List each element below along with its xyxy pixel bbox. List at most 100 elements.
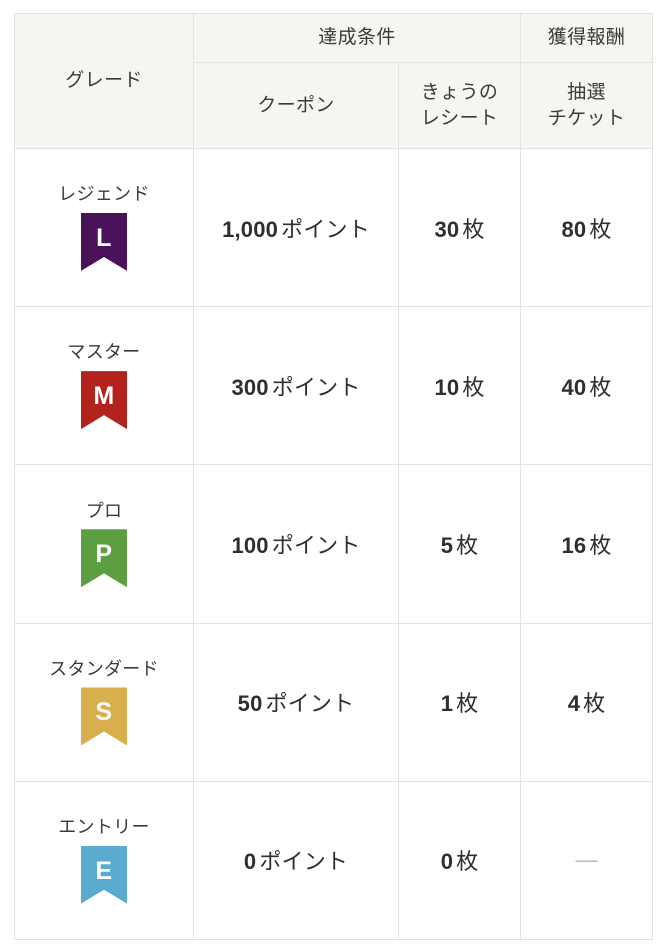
grade-benefits-table: グレード 達成条件 獲得報酬 クーポン きょうの レシート 抽選 チケット レジ… [14, 13, 654, 941]
grade-table: グレード 達成条件 獲得報酬 クーポン きょうの レシート 抽選 チケット レジ… [14, 13, 654, 941]
grade-stack: エントリー E [15, 817, 193, 904]
cell-ticket-value: 4枚 [521, 686, 652, 718]
cell-coupon-value: 100 ポイント [194, 528, 398, 560]
cell-coupon-value: 0 ポイント [194, 844, 398, 876]
cell-receipt: 1枚 [397, 622, 522, 782]
table-row: レジェンド L 1,000 ポイント 30 枚 80 枚 [14, 147, 654, 308]
cell-coupon: 100 ポイント [193, 464, 399, 624]
cell-coupon-unit: ポイント [271, 374, 361, 400]
cell-coupon-value: 300 ポイント [194, 370, 398, 402]
grade-badge-letter: M [93, 382, 115, 411]
cell-coupon-number: 300 [231, 374, 269, 400]
cell-receipt-value: 1枚 [399, 686, 520, 718]
grade-stack: マスター M [15, 342, 193, 430]
cell-coupon-number: 1,000 [222, 216, 279, 242]
grade-stack: スタンダード S [15, 659, 193, 746]
cell-ticket-number: 4 [567, 691, 581, 717]
cell-coupon-unit: ポイント [281, 216, 370, 242]
grade-stack: レジェンド L [15, 184, 193, 271]
cell-grade: レジェンド L [14, 147, 194, 308]
cell-receipt-number: 5 [440, 532, 454, 558]
cell-coupon-value: 50 ポイント [194, 686, 398, 718]
table-row: プロ P 100 ポイント 5 枚 16 枚 [14, 464, 654, 624]
cell-receipt-number: 0 [440, 849, 454, 875]
header-grade: グレード [14, 13, 194, 149]
cell-ticket-unit: 枚 [589, 216, 612, 242]
cell-receipt-unit: 枚 [456, 849, 479, 875]
cell-receipt: 10 枚 [397, 306, 522, 466]
grade-badge-icon: S [81, 687, 127, 746]
grade-badge-letter: S [95, 698, 113, 727]
cell-receipt-unit: 枚 [456, 532, 479, 558]
cell-coupon: 300 ポイント [193, 306, 399, 466]
table-row: スタンダード S 50 ポイント 1 枚 4 枚 [14, 622, 654, 782]
table-row: マスター M 300 ポイント 10 枚 40 枚 [14, 306, 654, 466]
cell-coupon-unit: ポイント [271, 532, 361, 558]
cell-ticket: — [520, 780, 654, 941]
cell-grade: エントリー E [14, 780, 194, 941]
grade-badge-icon: P [81, 529, 127, 588]
cell-receipt-number: 1 [440, 691, 454, 717]
grade-name: プロ [85, 500, 123, 521]
table-header: グレード 達成条件 獲得報酬 クーポン きょうの レシート 抽選 チケット [14, 13, 654, 149]
grade-stack: プロ P [15, 501, 193, 588]
cell-ticket-number: 40 [561, 374, 587, 400]
cell-coupon-number: 100 [231, 532, 269, 558]
cell-coupon-number: 50 [237, 691, 263, 717]
cell-coupon-value: 1,000 ポイント [194, 212, 398, 244]
header-receipt: きょうの レシート [397, 62, 522, 149]
header-ticket: 抽選 チケット [520, 62, 654, 149]
cell-ticket-unit: 枚 [589, 374, 612, 400]
cell-receipt: 5枚 [397, 464, 522, 624]
grade-badge-letter: E [95, 856, 113, 885]
cell-coupon: 0 ポイント [193, 780, 399, 941]
cell-receipt-value: 30 枚 [399, 212, 520, 244]
cell-receipt-number: 10 [434, 374, 460, 400]
cell-coupon-unit: ポイント [265, 691, 355, 717]
grade-name: マスター [67, 342, 141, 363]
cell-ticket: 4枚 [520, 622, 654, 782]
grade-badge-icon: E [81, 845, 127, 904]
cell-ticket-value: 80 枚 [521, 212, 652, 244]
cell-coupon: 50 ポイント [193, 622, 399, 782]
header-receipt-line2: レシート [420, 107, 499, 129]
cell-coupon: 1,000 ポイント [193, 147, 399, 308]
header-receipt-line1: きょうの [420, 82, 499, 104]
grade-badge-icon: L [81, 212, 127, 271]
cell-receipt-unit: 枚 [456, 691, 479, 717]
cell-ticket-unit: 枚 [583, 691, 606, 717]
cell-grade: プロ P [14, 464, 194, 624]
cell-ticket-value: 16 枚 [521, 528, 652, 560]
cell-grade: マスター M [14, 306, 194, 466]
table-body: レジェンド L 1,000 ポイント 30 枚 80 枚マスター M 300 ポイント 10 枚 40 枚プ… [14, 147, 654, 941]
grade-name: スタンダード [49, 658, 159, 679]
cell-receipt-number: 30 [434, 216, 460, 242]
cell-coupon-unit: ポイント [259, 849, 349, 875]
grade-name: レジェンド [58, 184, 150, 205]
cell-ticket-number: 16 [561, 532, 587, 558]
cell-ticket-number: 80 [561, 216, 587, 242]
cell-coupon-number: 0 [243, 849, 257, 875]
grade-badge-icon: M [81, 371, 127, 430]
header-row-group: グレード 達成条件 獲得報酬 [14, 13, 654, 149]
cell-receipt-unit: 枚 [462, 216, 485, 242]
header-reward-group: 獲得報酬 [520, 13, 654, 63]
cell-ticket: 80 枚 [520, 147, 654, 308]
cell-ticket: 16 枚 [520, 464, 654, 624]
cell-receipt-unit: 枚 [462, 374, 485, 400]
header-condition-group: 達成条件 [192, 13, 522, 63]
table-row: エントリー E 0 ポイント 0 枚 — [14, 780, 654, 941]
cell-grade: スタンダード S [14, 622, 194, 782]
header-coupon: クーポン [193, 62, 399, 149]
cell-ticket-empty: — [575, 847, 598, 873]
grade-name: エントリー [58, 817, 150, 838]
header-ticket-line1: 抽選 [567, 82, 606, 104]
cell-receipt-value: 0枚 [399, 844, 520, 876]
cell-receipt-value: 10 枚 [399, 370, 520, 402]
cell-receipt: 30 枚 [397, 147, 522, 308]
cell-ticket-unit: 枚 [589, 532, 612, 558]
header-ticket-line2: チケット [547, 107, 626, 129]
grade-badge-letter: L [96, 223, 112, 252]
cell-ticket: 40 枚 [520, 306, 654, 466]
cell-receipt-value: 5枚 [399, 528, 520, 560]
